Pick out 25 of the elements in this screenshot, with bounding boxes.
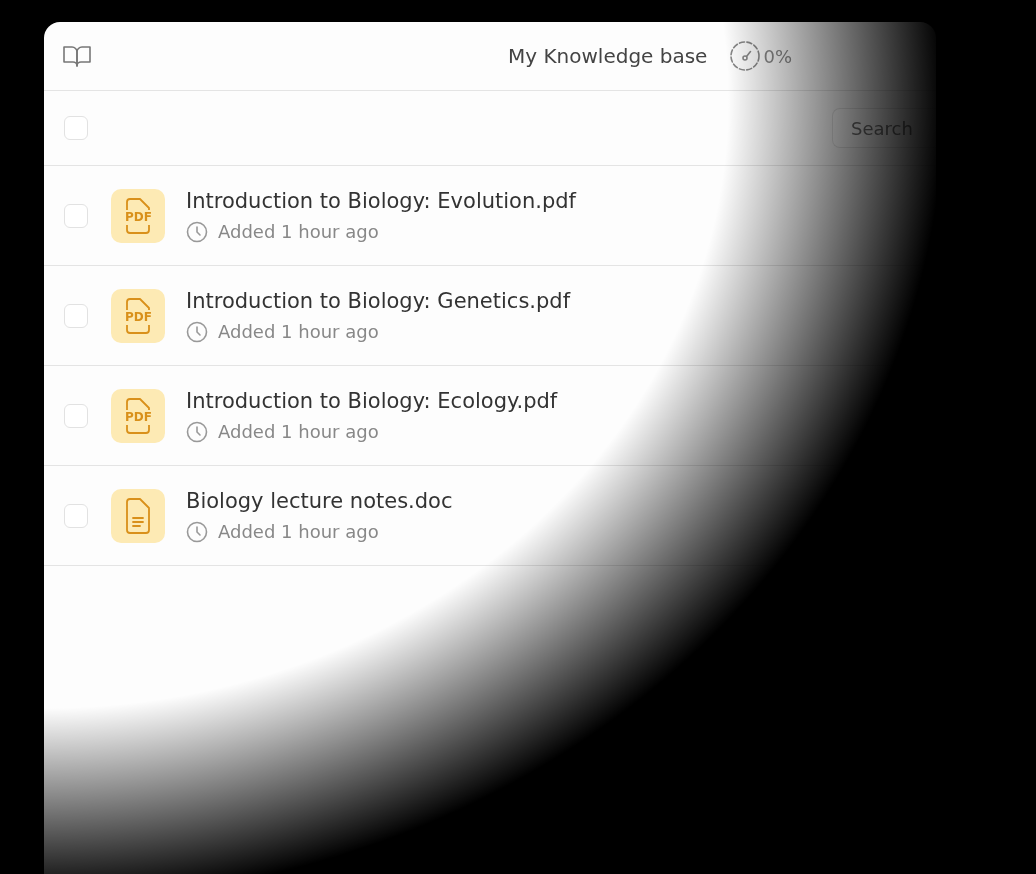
file-checkbox[interactable] xyxy=(64,303,88,328)
pdf-file-icon: PDF xyxy=(111,388,165,443)
added-time: Added 1 hour ago xyxy=(218,521,379,542)
clock-icon xyxy=(186,320,208,343)
pdf-file-icon: PDF xyxy=(111,288,165,343)
file-checkbox[interactable] xyxy=(64,503,88,528)
gauge-icon xyxy=(729,40,762,72)
file-name[interactable]: Biology lecture notes.doc xyxy=(186,488,453,513)
clock-icon xyxy=(186,520,208,543)
added-time: Added 1 hour ago xyxy=(218,421,379,442)
added-time: Added 1 hour ago xyxy=(218,221,379,242)
knowledge-base-title: My Knowledge base xyxy=(508,44,708,68)
select-all-checkbox[interactable] xyxy=(64,116,88,140)
usage-percent: 0% xyxy=(763,45,792,67)
file-name[interactable]: Introduction to Biology: Ecology.pdf xyxy=(186,388,558,413)
file-name[interactable]: Introduction to Biology: Genetics.pdf xyxy=(186,288,571,313)
clock-icon xyxy=(186,220,208,243)
pdf-file-icon: PDF xyxy=(111,188,165,243)
file-checkbox[interactable] xyxy=(64,203,88,228)
clock-icon xyxy=(186,420,208,443)
added-time: Added 1 hour ago xyxy=(218,321,379,342)
file-checkbox[interactable] xyxy=(64,403,88,428)
file-name[interactable]: Introduction to Biology: Evolution.pdf xyxy=(186,188,576,213)
document-file-icon xyxy=(111,488,165,543)
book-icon[interactable] xyxy=(62,44,92,68)
